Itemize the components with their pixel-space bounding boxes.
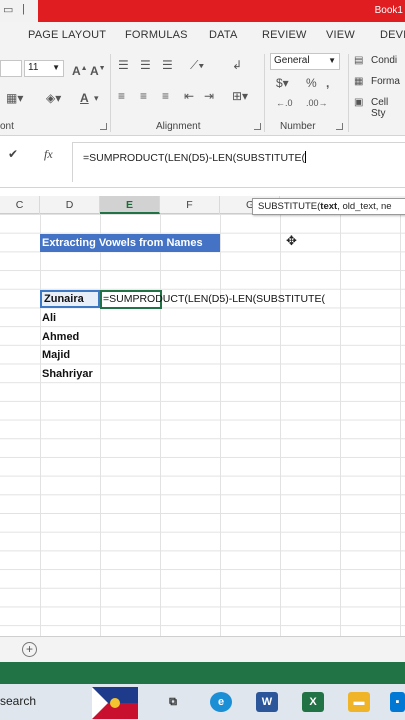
function-argument-tooltip: SUBSTITUTE(text, old_text, ne [252,198,405,215]
decrease-decimal-icon[interactable]: .00→ [306,97,328,109]
tab-data[interactable]: DATA [209,29,238,41]
chevron-down-icon[interactable]: ▾ [94,92,99,104]
edit-cell-text: =SUMPRODUCT(LEN(D5)-LEN(SUBSTITUTE( [103,293,325,305]
font-size-value: 11 [28,62,39,73]
sheet-tabs-bar: + [0,636,405,662]
merge-center-icon[interactable]: ⊞▾ [232,90,248,102]
conditional-formatting-button[interactable]: Condi [371,55,397,66]
divider [264,54,265,132]
comma-style-icon[interactable]: , [326,77,329,89]
store-app-icon[interactable]: ▪ [390,692,405,712]
font-name-box[interactable] [0,60,22,77]
number-group-label: Number [280,121,316,132]
window-title: Book1 [374,5,403,16]
word-app-icon[interactable]: W [256,692,278,712]
name-cell[interactable]: Zunaira [40,290,100,308]
chevron-down-icon: ▼ [328,56,336,65]
save-icon[interactable]: ▭ [3,3,13,16]
increase-indent-icon[interactable]: ⇥ [204,90,214,102]
tooltip-function: SUBSTITUTE( [258,201,321,212]
status-bar [0,662,405,684]
chevron-down-icon: ▼ [52,63,60,72]
tab-view[interactable]: VIEW [326,29,355,41]
enter-check-icon[interactable]: ✔ [8,147,18,161]
worksheet-grid[interactable] [0,214,405,636]
tab-review[interactable]: REVIEW [262,29,307,41]
ribbon-tabs: PAGE LAYOUT FORMULAS DATA REVIEW VIEW DE… [0,22,405,48]
taskbar-search[interactable]: search [0,694,36,708]
decrease-indent-icon[interactable]: ⇤ [184,90,194,102]
align-left-icon[interactable]: ≡ [118,90,125,102]
align-center-icon[interactable]: ≡ [140,90,147,102]
cell-styles-icon[interactable]: ▣ [354,97,363,109]
number-dialog-launcher-icon[interactable] [336,123,343,130]
conditional-formatting-icon[interactable]: ▤ [354,55,363,67]
formula-input[interactable]: =SUMPRODUCT(LEN(D5)-LEN(SUBSTITUTE( [72,142,405,182]
name-cell[interactable]: Ali [40,309,100,327]
column-header-e[interactable]: E [100,196,160,214]
tab-page-layout[interactable]: PAGE LAYOUT [28,29,106,41]
name-cell[interactable]: Shahriyar [40,365,100,383]
orientation-icon[interactable]: ⟋▾ [190,59,204,71]
file-explorer-icon[interactable]: ▬ [348,692,370,712]
excel-app-icon[interactable]: X [302,692,324,712]
flag-icon[interactable] [92,687,138,719]
number-format-value: General [274,55,310,66]
shrink-font-icon[interactable]: A▼ [90,63,106,77]
cell-styles-button[interactable]: Cell Sty [371,97,405,119]
tab-developer[interactable]: DEVE [380,29,405,41]
number-format-dropdown[interactable]: General ▼ [270,53,340,70]
middle-align-icon[interactable]: ☰ [140,59,151,71]
format-as-table-button[interactable]: Forma [371,76,400,87]
insert-function-icon[interactable]: fx [44,147,53,162]
top-align-icon[interactable]: ☰ [118,59,129,71]
font-dialog-launcher-icon[interactable] [100,123,107,130]
tooltip-rest: , old_text, ne [337,201,392,212]
divider [348,54,349,132]
bottom-align-icon[interactable]: ☰ [162,59,173,71]
edge-browser-icon[interactable]: e [210,692,232,712]
ribbon-body: 11 ▼ A▲ A▼ ▦▾ ◈▾ A ▾ ont ☰ ☰ ☰ ⟋▾ ↲ ≡ ≡ … [0,48,405,136]
column-header-d[interactable]: D [40,196,100,214]
move-cursor-icon: ✥ [286,233,297,248]
font-group-label: ont [0,121,14,132]
wrap-text-icon[interactable]: ↲ [232,59,242,71]
task-view-icon[interactable]: ⧉ [162,692,184,712]
alignment-group-label: Alignment [156,121,201,132]
grow-font-icon[interactable]: A▲ [72,63,88,77]
title-bar: ▭ | Book1 [0,0,405,22]
text-caret [304,151,306,163]
formula-bar-buttons: ✔ fx [0,144,70,166]
borders-icon[interactable]: ▦▾ [6,92,23,104]
formula-text: =SUMPRODUCT(LEN(D5)-LEN(SUBSTITUTE( [83,152,305,164]
column-header-c[interactable]: C [0,196,40,214]
separator-icon: | [22,3,25,15]
align-right-icon[interactable]: ≡ [162,90,169,102]
quick-access-toolbar: ▭ | [0,0,38,22]
currency-icon[interactable]: $▾ [276,77,289,89]
column-header-f[interactable]: F [160,196,220,214]
font-size-box[interactable]: 11 ▼ [24,60,64,77]
percent-icon[interactable]: % [306,77,317,89]
name-cell[interactable]: Majid [40,346,100,364]
tab-formulas[interactable]: FORMULAS [125,29,188,41]
format-as-table-icon[interactable]: ▦ [354,76,363,88]
title-banner-cell[interactable]: Extracting Vowels from Names [40,234,220,252]
font-color-icon[interactable]: A [80,92,89,104]
alignment-dialog-launcher-icon[interactable] [254,123,261,130]
add-sheet-icon[interactable]: + [22,642,37,657]
tooltip-current-arg: text [320,201,338,212]
name-cell[interactable]: Ahmed [40,328,100,346]
windows-taskbar: search ⧉ e W X ▬ ▪ [0,684,405,720]
increase-decimal-icon[interactable]: ←.0 [276,97,293,109]
fill-color-icon[interactable]: ◈▾ [46,92,61,104]
divider [110,54,111,132]
formula-bar: ✔ fx =SUMPRODUCT(LEN(D5)-LEN(SUBSTITUTE( [0,136,405,188]
